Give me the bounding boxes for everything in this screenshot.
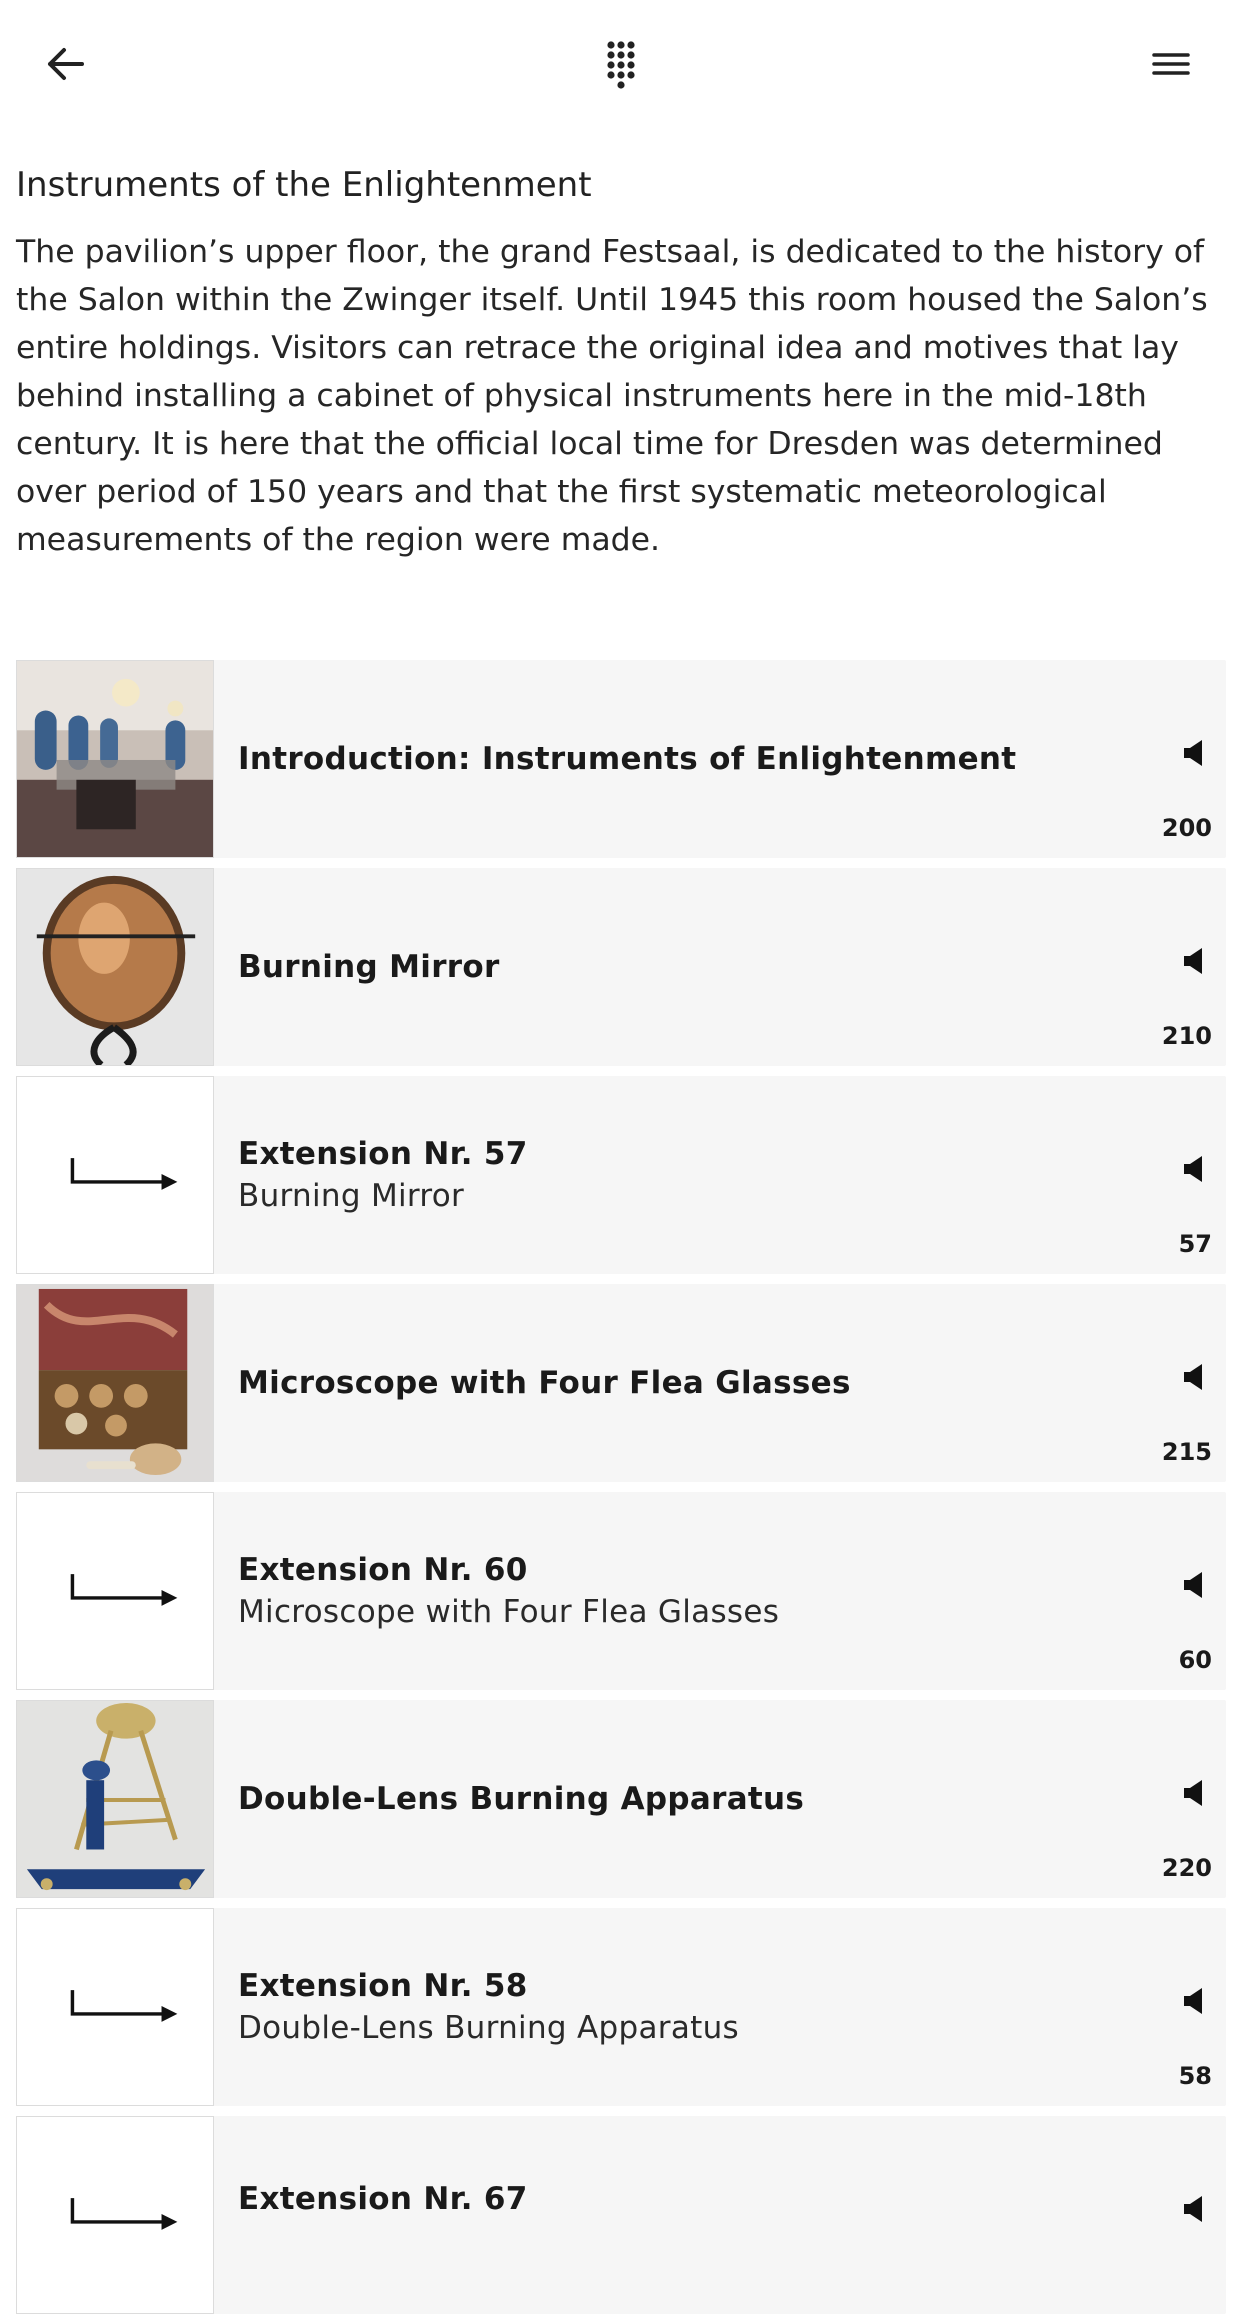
page-title: Instruments of the Enlightenment xyxy=(16,165,592,205)
back-button[interactable] xyxy=(30,30,100,100)
stop-number: 60 xyxy=(1178,1646,1212,1674)
tour-stop-item[interactable]: Extension Nr. 57 Burning Mirror 57 xyxy=(16,1076,1226,1274)
extension-arrow-icon xyxy=(16,2116,214,2314)
tour-stop-item[interactable]: Burning Mirror 210 xyxy=(16,868,1226,1066)
microscope-case-thumbnail xyxy=(16,1284,214,1482)
numeric-keypad-icon xyxy=(607,41,635,89)
stop-number: 57 xyxy=(1178,1230,1212,1258)
speaker-icon[interactable] xyxy=(1182,1362,1208,1392)
burning-mirror-thumbnail xyxy=(16,868,214,1066)
extension-arrow-icon xyxy=(16,1908,214,2106)
tour-stop-item[interactable]: Introduction: Instruments of Enlightenme… xyxy=(16,660,1226,858)
stop-title: Microscope with Four Flea Glasses xyxy=(238,1365,851,1401)
stop-number: 220 xyxy=(1161,1854,1212,1882)
tour-stop-item[interactable]: Microscope with Four Flea Glasses 215 xyxy=(16,1284,1226,1482)
extension-arrow-icon xyxy=(16,1076,214,1274)
extension-arrow-icon xyxy=(16,1492,214,1690)
stop-title: Extension Nr. 60 xyxy=(238,1552,528,1588)
arrow-left-icon xyxy=(48,48,84,80)
stop-title: Double-Lens Burning Apparatus xyxy=(238,1781,805,1817)
stop-title: Extension Nr. 58 xyxy=(238,1968,528,2004)
top-bar xyxy=(0,0,1242,128)
speaker-icon[interactable] xyxy=(1182,2194,1208,2224)
gallery-hall-thumbnail xyxy=(16,660,214,858)
stop-subtitle: Microscope with Four Flea Glasses xyxy=(238,1594,780,1630)
speaker-icon[interactable] xyxy=(1182,738,1208,768)
menu-button[interactable] xyxy=(1136,30,1206,100)
stop-title: Extension Nr. 67 xyxy=(238,2181,528,2217)
stop-number: 200 xyxy=(1161,814,1212,842)
stop-number: 215 xyxy=(1161,1438,1212,1466)
tour-stop-item[interactable]: Extension Nr. 67 xyxy=(16,2116,1226,2314)
speaker-icon[interactable] xyxy=(1182,1986,1208,2016)
hamburger-menu-icon xyxy=(1152,53,1190,75)
stop-subtitle: Double-Lens Burning Apparatus xyxy=(238,2010,739,2046)
page-description: The pavilion’s upper floor, the grand Fe… xyxy=(16,234,1208,558)
speaker-icon[interactable] xyxy=(1182,1570,1208,1600)
stop-number: 210 xyxy=(1161,1022,1212,1050)
stop-title: Introduction: Instruments of Enlightenme… xyxy=(238,741,1017,777)
tour-stop-list: Introduction: Instruments of Enlightenme… xyxy=(16,660,1226,2324)
tour-stop-item[interactable]: Extension Nr. 58 Double-Lens Burning App… xyxy=(16,1908,1226,2106)
stop-title: Burning Mirror xyxy=(238,949,500,985)
keypad-button[interactable] xyxy=(586,30,656,100)
speaker-icon[interactable] xyxy=(1182,1154,1208,1184)
stop-title: Extension Nr. 57 xyxy=(238,1136,528,1172)
tour-stop-item[interactable]: Extension Nr. 60 Microscope with Four Fl… xyxy=(16,1492,1226,1690)
burning-apparatus-thumbnail xyxy=(16,1700,214,1898)
tour-stop-item[interactable]: Double-Lens Burning Apparatus 220 xyxy=(16,1700,1226,1898)
speaker-icon[interactable] xyxy=(1182,946,1208,976)
stop-number: 58 xyxy=(1178,2062,1212,2090)
speaker-icon[interactable] xyxy=(1182,1778,1208,1808)
stop-subtitle: Burning Mirror xyxy=(238,1178,465,1214)
